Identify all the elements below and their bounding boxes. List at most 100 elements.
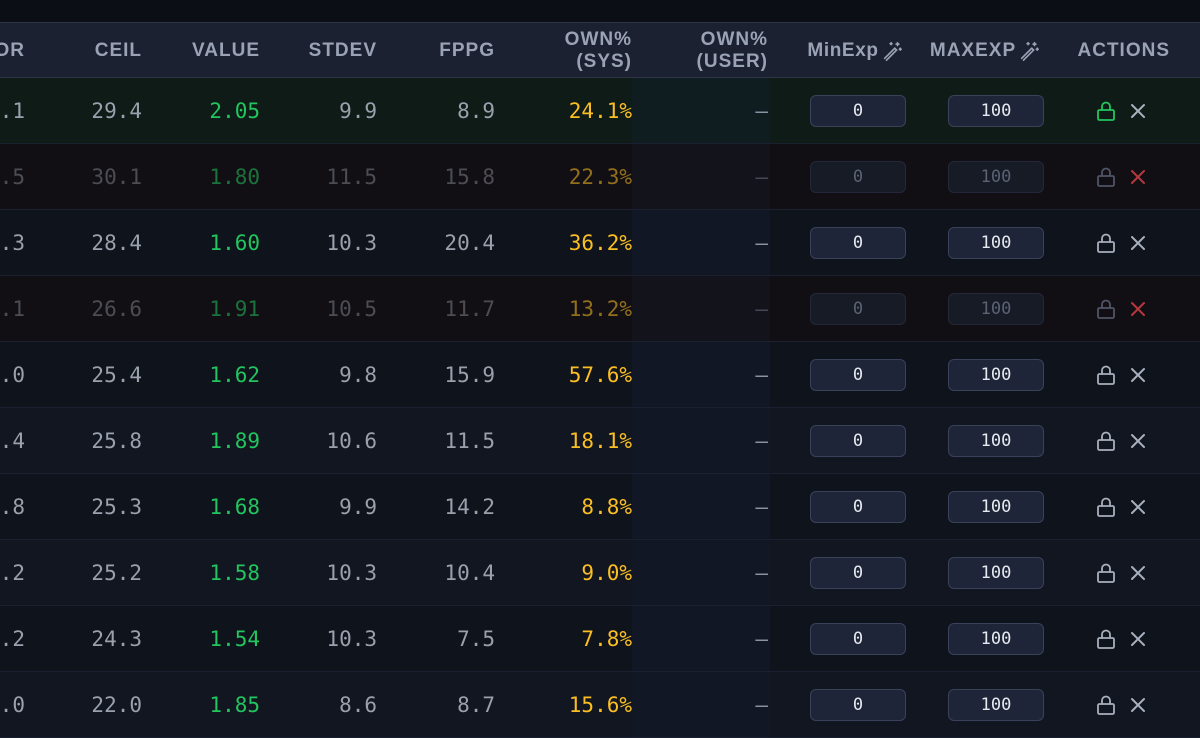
own-user-band — [632, 606, 770, 671]
header-value[interactable]: VALUE — [192, 23, 260, 79]
max-exp-input[interactable] — [948, 425, 1044, 457]
table-row[interactable]: .1 29.4 2.05 9.9 8.9 24.1% — — [0, 78, 1200, 144]
lock-icon[interactable] — [1094, 429, 1118, 453]
lock-icon[interactable] — [1094, 165, 1118, 189]
table-row[interactable]: .0 25.4 1.62 9.8 15.9 57.6% — — [0, 342, 1200, 408]
lock-icon[interactable] — [1094, 297, 1118, 321]
magic-wand-icon[interactable] — [1018, 40, 1040, 62]
floor-cell: .5 — [0, 164, 25, 189]
own-sys-cell: 15.6% — [568, 692, 632, 717]
min-exp-input[interactable] — [810, 557, 906, 589]
floor-cell: .1 — [0, 296, 25, 321]
magic-wand-icon[interactable] — [881, 40, 903, 62]
max-exp-input[interactable] — [948, 623, 1044, 655]
lock-icon[interactable] — [1094, 99, 1118, 123]
own-user-cell[interactable]: — — [755, 342, 768, 407]
table-row[interactable]: .5 30.1 1.80 11.5 15.8 22.3% — — [0, 144, 1200, 210]
header-fppg[interactable]: FPPG — [439, 23, 495, 79]
table-row[interactable]: .2 25.2 1.58 10.3 10.4 9.0% — — [0, 540, 1200, 606]
close-icon[interactable] — [1126, 297, 1150, 321]
close-icon[interactable] — [1126, 363, 1150, 387]
own-user-cell[interactable]: — — [755, 210, 768, 275]
min-exp-input[interactable] — [810, 227, 906, 259]
header-ceil[interactable]: CEIL — [95, 23, 142, 79]
ceil-cell: 25.3 — [91, 494, 142, 519]
max-exp-input[interactable] — [948, 95, 1044, 127]
table-row[interactable]: .4 25.8 1.89 10.6 11.5 18.1% — — [0, 408, 1200, 474]
lock-icon[interactable] — [1094, 693, 1118, 717]
min-exp-input[interactable] — [810, 623, 906, 655]
close-icon[interactable] — [1126, 231, 1150, 255]
value-cell: 2.05 — [209, 98, 260, 123]
min-exp-input[interactable] — [810, 161, 906, 193]
table-row[interactable]: .2 24.3 1.54 10.3 7.5 7.8% — — [0, 606, 1200, 672]
close-icon[interactable] — [1126, 99, 1150, 123]
close-icon[interactable] — [1126, 429, 1150, 453]
min-exp-input[interactable] — [810, 491, 906, 523]
header-min-exp[interactable]: MinExp — [803, 23, 907, 79]
max-exp-input[interactable] — [948, 491, 1044, 523]
min-exp-input[interactable] — [810, 425, 906, 457]
fppg-cell: 11.5 — [444, 428, 495, 453]
own-user-cell[interactable]: — — [755, 474, 768, 539]
table-row[interactable]: .3 28.4 1.60 10.3 20.4 36.2% — — [0, 210, 1200, 276]
header-own-user[interactable]: OWN% (USER) — [697, 23, 768, 79]
ceil-cell: 25.8 — [91, 428, 142, 453]
player-table: OR CEIL VALUE STDEV FPPG OWN% (SYS) OWN%… — [0, 22, 1200, 738]
max-exp-input[interactable] — [948, 689, 1044, 721]
ceil-cell: 26.6 — [91, 296, 142, 321]
floor-cell: .0 — [0, 692, 25, 717]
own-user-cell[interactable]: — — [755, 672, 768, 737]
table-row[interactable]: .1 26.6 1.91 10.5 11.7 13.2% — — [0, 276, 1200, 342]
own-user-cell[interactable]: — — [755, 144, 768, 209]
max-exp-input[interactable] — [948, 557, 1044, 589]
own-user-cell[interactable]: — — [755, 606, 768, 671]
floor-cell: .8 — [0, 494, 25, 519]
own-user-cell[interactable]: — — [755, 276, 768, 341]
header-own-sys[interactable]: OWN% (SYS) — [565, 23, 632, 79]
close-icon[interactable] — [1126, 627, 1150, 651]
fppg-cell: 7.5 — [457, 626, 495, 651]
max-exp-input[interactable] — [948, 227, 1044, 259]
own-user-band — [632, 408, 770, 473]
floor-cell: .3 — [0, 230, 25, 255]
lock-icon[interactable] — [1094, 363, 1118, 387]
min-exp-input[interactable] — [810, 293, 906, 325]
own-user-cell[interactable]: — — [755, 408, 768, 473]
lock-icon[interactable] — [1094, 627, 1118, 651]
min-exp-input[interactable] — [810, 359, 906, 391]
min-exp-input[interactable] — [810, 689, 906, 721]
close-icon[interactable] — [1126, 495, 1150, 519]
header-max-exp[interactable]: MAXEXP — [925, 23, 1045, 79]
table-row[interactable]: .8 25.3 1.68 9.9 14.2 8.8% — — [0, 474, 1200, 540]
ceil-cell: 25.2 — [91, 560, 142, 585]
own-user-cell[interactable]: — — [755, 78, 768, 143]
value-cell: 1.62 — [209, 362, 260, 387]
own-user-band — [632, 210, 770, 275]
min-exp-input[interactable] — [810, 95, 906, 127]
stdev-cell: 10.5 — [326, 296, 377, 321]
lock-icon[interactable] — [1094, 495, 1118, 519]
table-row[interactable]: .0 22.0 1.85 8.6 8.7 15.6% — — [0, 672, 1200, 738]
value-cell: 1.68 — [209, 494, 260, 519]
close-icon[interactable] — [1126, 165, 1150, 189]
close-icon[interactable] — [1126, 693, 1150, 717]
close-icon[interactable] — [1126, 561, 1150, 585]
own-user-band — [632, 540, 770, 605]
own-sys-cell: 13.2% — [568, 296, 632, 321]
fppg-cell: 10.4 — [444, 560, 495, 585]
fppg-cell: 8.7 — [457, 692, 495, 717]
own-user-cell[interactable]: — — [755, 540, 768, 605]
lock-icon[interactable] — [1094, 231, 1118, 255]
value-cell: 1.85 — [209, 692, 260, 717]
header-stdev[interactable]: STDEV — [309, 23, 377, 79]
max-exp-input[interactable] — [948, 161, 1044, 193]
own-user-band — [632, 474, 770, 539]
max-exp-input[interactable] — [948, 293, 1044, 325]
top-strip — [0, 0, 1200, 22]
header-floor[interactable]: OR — [0, 23, 25, 79]
max-exp-input[interactable] — [948, 359, 1044, 391]
ceil-cell: 25.4 — [91, 362, 142, 387]
lock-icon[interactable] — [1094, 561, 1118, 585]
value-cell: 1.58 — [209, 560, 260, 585]
